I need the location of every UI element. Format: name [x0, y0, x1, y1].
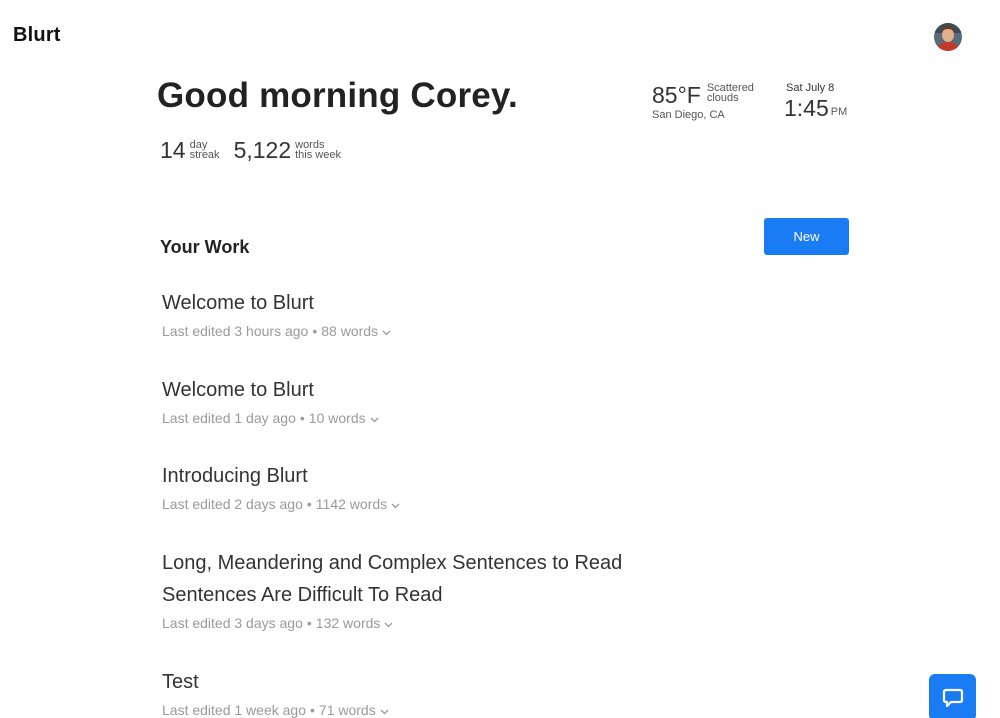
word-count: 132 words [315, 615, 381, 631]
meta-separator: • [312, 323, 318, 339]
last-edited: Last edited 2 days ago [162, 496, 303, 512]
user-avatar-icon [934, 23, 962, 51]
streak-label: day streak [190, 140, 220, 162]
meta-separator: • [310, 702, 315, 718]
chevron-down-icon[interactable] [380, 702, 389, 718]
weather-location: San Diego, CA [652, 109, 725, 121]
document-title[interactable]: Welcome to Blurt [162, 374, 722, 406]
list-item[interactable]: Welcome to Blurt Last edited 1 day ago •… [162, 374, 722, 426]
last-edited: Last edited 3 hours ago [162, 323, 309, 339]
document-title[interactable]: Welcome to Blurt [162, 287, 722, 319]
datetime-widget: Sat July 8 1:45 PM [784, 82, 847, 120]
word-count: 71 words [318, 702, 376, 718]
writing-stats: 14 day streak 5,122 words this week [160, 138, 355, 162]
document-title[interactable]: Test [162, 666, 722, 698]
page-title: Good morning Corey. [157, 76, 518, 115]
word-count: 10 words [308, 410, 366, 426]
weather-condition-line-2: clouds [706, 92, 739, 104]
word-count: 88 words [321, 323, 379, 339]
weather-condition: Scattered clouds [706, 82, 754, 104]
document-meta: Last edited 3 hours ago • 88 words [162, 323, 722, 339]
words-value: 5,122 [233, 137, 292, 163]
streak-value: 14 [160, 137, 186, 163]
document-meta: Last edited 3 days ago • 132 words [162, 615, 722, 631]
chat-bubble-icon [942, 688, 963, 707]
time-period: PM [830, 106, 848, 118]
words-label-line-2: this week [295, 149, 341, 161]
dashboard-page: Blurt Good morning Corey. 14 day streak … [0, 0, 1000, 718]
chevron-down-icon[interactable] [384, 615, 393, 631]
list-item[interactable]: Long, Meandering and Complex Sentences t… [162, 547, 722, 631]
list-item[interactable]: Test Last edited 1 week ago • 71 words [162, 666, 722, 718]
current-time: 1:45 [784, 95, 829, 121]
current-date: Sat July 8 [786, 82, 835, 94]
words-label: words this week [295, 140, 341, 162]
last-edited: Last edited 1 week ago [162, 702, 306, 718]
temperature: 85°F [652, 82, 701, 108]
meta-separator: • [299, 410, 305, 426]
streak-label-line-2: streak [189, 149, 220, 161]
meta-separator: • [306, 496, 312, 512]
word-count: 1142 words [315, 496, 388, 512]
document-title[interactable]: Long, Meandering and Complex Sentences t… [162, 547, 722, 611]
words-stat: 5,122 words this week [234, 138, 341, 162]
your-work-heading: Your Work [160, 237, 250, 257]
avatar[interactable] [934, 23, 962, 51]
document-meta: Last edited 1 week ago • 71 words [162, 702, 722, 718]
chat-button[interactable] [929, 674, 976, 718]
meta-separator: • [306, 615, 312, 631]
list-item[interactable]: Welcome to Blurt Last edited 3 hours ago… [162, 287, 722, 339]
weather-widget: 85°F Scattered clouds San Diego, CA [652, 82, 754, 121]
streak-stat: 14 day streak [160, 138, 220, 162]
new-document-button[interactable]: New [764, 218, 849, 255]
chevron-down-icon[interactable] [382, 323, 391, 339]
last-edited: Last edited 1 day ago [162, 410, 296, 426]
list-item[interactable]: Introducing Blurt Last edited 2 days ago… [162, 460, 722, 512]
document-title[interactable]: Introducing Blurt [162, 460, 722, 492]
app-logo[interactable]: Blurt [13, 24, 61, 47]
document-meta: Last edited 2 days ago • 1142 words [162, 496, 722, 512]
chevron-down-icon[interactable] [391, 496, 400, 512]
last-edited: Last edited 3 days ago [162, 615, 303, 631]
document-meta: Last edited 1 day ago • 10 words [162, 410, 722, 426]
chevron-down-icon[interactable] [370, 410, 379, 426]
